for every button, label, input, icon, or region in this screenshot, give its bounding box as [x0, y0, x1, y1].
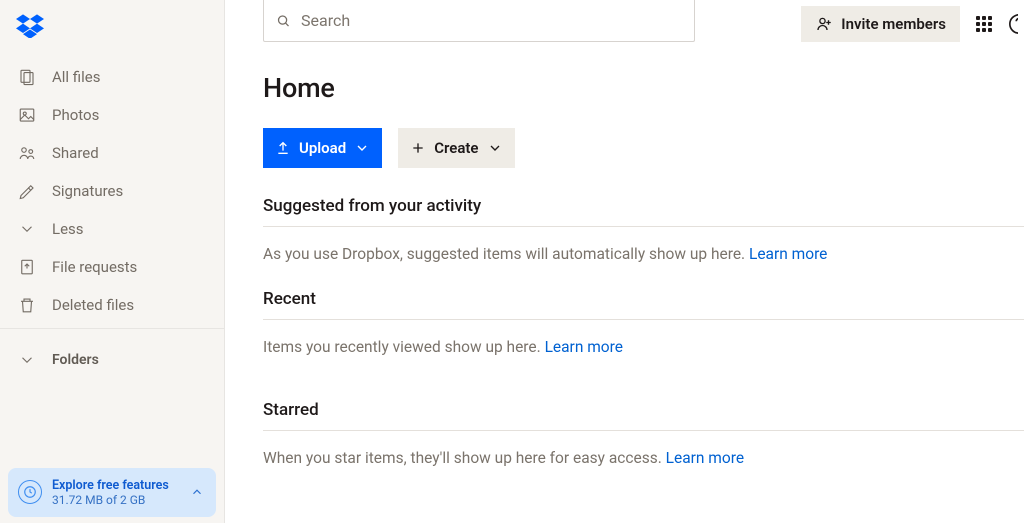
chevron-down-icon — [16, 218, 38, 240]
chevron-down-icon — [487, 140, 503, 156]
sidebar-item-shared[interactable]: Shared — [0, 134, 224, 172]
logo-container — [0, 0, 224, 58]
recent-learn-more-link[interactable]: Learn more — [545, 338, 623, 356]
sidebar-item-label: Signatures — [52, 182, 123, 200]
suggested-empty-message: As you use Dropbox, suggested items will… — [263, 227, 1024, 263]
sidebar-nav: All files Photos Shared Signatures Less — [0, 58, 224, 324]
sidebar-item-file-requests[interactable]: File requests — [0, 248, 224, 286]
main-content: Invite members Home Upload — [225, 0, 1024, 523]
upload-label: Upload — [299, 139, 346, 157]
starred-section: Starred When you star items, they'll sho… — [263, 400, 1024, 467]
content-area: Home Upload Create Suggested from your a… — [225, 52, 1024, 467]
chevron-down-icon — [354, 140, 370, 156]
action-buttons: Upload Create — [263, 128, 1024, 168]
starred-learn-more-link[interactable]: Learn more — [666, 449, 744, 467]
invite-members-button[interactable]: Invite members — [801, 6, 960, 42]
page-title: Home — [263, 72, 1024, 104]
sidebar: All files Photos Shared Signatures Less — [0, 0, 225, 523]
sidebar-item-photos[interactable]: Photos — [0, 96, 224, 134]
create-label: Create — [434, 139, 478, 157]
chevron-down-icon — [16, 349, 38, 371]
create-button[interactable]: Create — [398, 128, 514, 168]
sidebar-item-label: Photos — [52, 106, 99, 124]
search-input[interactable] — [301, 11, 682, 30]
clock-icon — [18, 480, 42, 504]
promo-storage-usage: 31.72 MB of 2 GB — [52, 493, 188, 507]
promo-title: Explore free features — [52, 478, 188, 493]
sidebar-folders-toggle[interactable]: Folders — [0, 341, 224, 379]
recent-heading: Recent — [263, 289, 1024, 320]
sidebar-item-signatures[interactable]: Signatures — [0, 172, 224, 210]
top-bar: Invite members — [225, 0, 1024, 52]
suggested-section: Suggested from your activity As you use … — [263, 196, 1024, 263]
starred-empty-message: When you star items, they'll show up her… — [263, 431, 1024, 467]
signature-icon — [16, 180, 38, 202]
sidebar-item-label: Shared — [52, 144, 99, 162]
invite-icon — [815, 15, 833, 33]
photo-icon — [16, 104, 38, 126]
chevron-up-icon — [188, 485, 206, 499]
upload-button[interactable]: Upload — [263, 128, 382, 168]
sidebar-item-label: All files — [52, 68, 100, 86]
sidebar-divider — [0, 328, 224, 329]
top-right-controls: Invite members — [801, 0, 1018, 42]
help-icon — [1008, 13, 1018, 35]
shared-icon — [16, 142, 38, 164]
suggested-learn-more-link[interactable]: Learn more — [749, 245, 827, 263]
invite-members-label: Invite members — [841, 15, 946, 33]
storage-promo-banner[interactable]: Explore free features 31.72 MB of 2 GB — [8, 468, 216, 517]
sidebar-folders: Folders — [0, 341, 224, 379]
sidebar-item-label: Less — [52, 220, 84, 238]
sidebar-item-label: Deleted files — [52, 296, 134, 314]
plus-icon — [410, 140, 426, 156]
sidebar-item-all-files[interactable]: All files — [0, 58, 224, 96]
file-request-icon — [16, 256, 38, 278]
suggested-heading: Suggested from your activity — [263, 196, 1024, 227]
promo-text: Explore free features 31.72 MB of 2 GB — [52, 478, 188, 507]
search-box[interactable] — [263, 0, 695, 42]
sidebar-item-label: File requests — [52, 258, 137, 276]
starred-heading: Starred — [263, 400, 1024, 431]
sidebar-item-deleted-files[interactable]: Deleted files — [0, 286, 224, 324]
upload-icon — [275, 140, 291, 156]
dropbox-logo-icon[interactable] — [16, 14, 44, 38]
sidebar-item-less[interactable]: Less — [0, 210, 224, 248]
search-icon — [276, 13, 291, 29]
help-button[interactable] — [1008, 13, 1018, 35]
sidebar-folders-label: Folders — [52, 352, 99, 368]
apps-grid-icon[interactable] — [974, 14, 994, 34]
recent-section: Recent Items you recently viewed show up… — [263, 289, 1024, 356]
files-icon — [16, 66, 38, 88]
trash-icon — [16, 294, 38, 316]
recent-empty-message: Items you recently viewed show up here. … — [263, 320, 1024, 356]
